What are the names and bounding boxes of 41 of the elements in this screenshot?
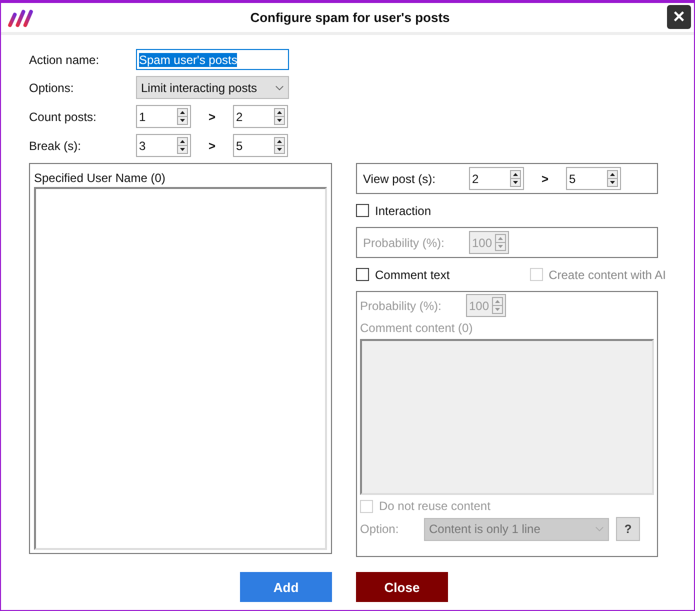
number-field[interactable]: 1 bbox=[136, 105, 191, 128]
spin-arrows-icon[interactable] bbox=[177, 108, 188, 125]
chevron-down-icon bbox=[595, 526, 604, 532]
close-button[interactable]: Close bbox=[356, 572, 448, 602]
checkbox-label: Interaction bbox=[375, 204, 432, 218]
number-field[interactable]: 5 bbox=[566, 167, 621, 190]
close-button[interactable]: × bbox=[667, 5, 691, 29]
spin-arrows-icon[interactable] bbox=[274, 108, 285, 125]
input-field[interactable]: Spam user's posts bbox=[136, 49, 289, 70]
field-label: Options: bbox=[29, 80, 75, 94]
spin-arrows-icon[interactable] bbox=[177, 137, 188, 154]
field-label: View post (s): bbox=[363, 172, 436, 186]
help-button[interactable]: ? bbox=[616, 517, 640, 541]
number-field[interactable]: 3 bbox=[136, 134, 191, 157]
field-label: Action name: bbox=[29, 52, 100, 66]
field-label: Break (s): bbox=[29, 138, 82, 152]
field-label: Count posts: bbox=[29, 110, 98, 124]
number-field[interactable]: 2 bbox=[469, 167, 524, 190]
field-label: Comment content (0) bbox=[360, 321, 474, 335]
list-title: Specified User Name (0) bbox=[34, 171, 166, 185]
checkbox[interactable] bbox=[356, 268, 369, 281]
chevron-down-icon bbox=[275, 84, 284, 90]
spin-arrows-icon[interactable] bbox=[607, 170, 618, 187]
dropdown[interactable]: Limit interacting posts bbox=[136, 76, 289, 99]
field-label: Probability (%): bbox=[363, 236, 446, 250]
spin-arrows-icon[interactable] bbox=[274, 137, 285, 154]
window-title: Configure spam for user's posts bbox=[250, 10, 450, 25]
logo-icon bbox=[7, 7, 34, 28]
spin-arrows-icon[interactable] bbox=[510, 170, 521, 187]
range-separator: > bbox=[207, 110, 216, 124]
range-separator: > bbox=[540, 172, 550, 186]
checkbox-label: Create content with AI bbox=[548, 268, 666, 282]
field-label: Probability (%): bbox=[360, 298, 442, 312]
number-field[interactable]: 5 bbox=[233, 134, 288, 157]
field-label: Option: bbox=[360, 522, 400, 536]
checkbox-label: Comment text bbox=[375, 268, 450, 282]
add-button[interactable]: Add bbox=[240, 572, 332, 602]
range-separator: > bbox=[207, 138, 216, 152]
number-field[interactable]: 2 bbox=[233, 105, 288, 128]
checkbox[interactable] bbox=[356, 204, 369, 217]
checkbox-label: Do not reuse content bbox=[379, 499, 490, 513]
